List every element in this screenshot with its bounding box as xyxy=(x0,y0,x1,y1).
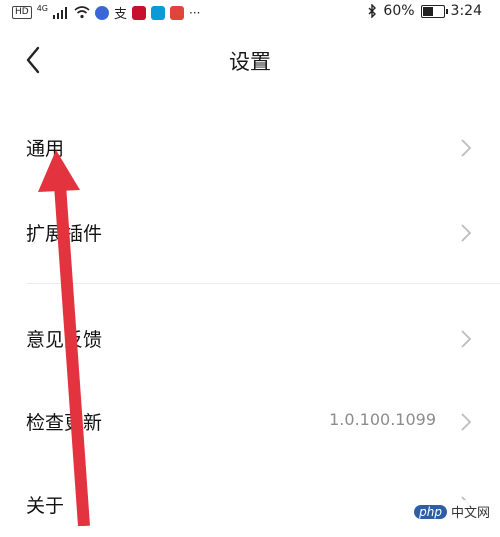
more-notifications-icon: ··· xyxy=(189,5,201,20)
settings-item-label: 意见反馈 xyxy=(26,329,103,351)
nav-header: 设置 xyxy=(0,36,500,84)
battery-percent: 60% xyxy=(383,3,415,19)
settings-item-check-update[interactable]: 检查更新 1.0.100.1099 xyxy=(0,390,500,454)
app-notification-icon xyxy=(170,5,185,20)
network-type: 4G xyxy=(36,4,48,13)
status-bar: HD 4G 支 ··· 60% 3:24 xyxy=(0,0,500,24)
settings-item-label: 通用 xyxy=(26,138,65,160)
app-notification-icon: 支 xyxy=(114,7,128,22)
version-value: 1.0.100.1099 xyxy=(329,410,436,429)
settings-item-feedback[interactable]: 意见反馈 xyxy=(0,307,500,371)
bluetooth-icon xyxy=(368,4,377,18)
page-title: 设置 xyxy=(229,50,271,74)
battery-icon xyxy=(420,4,448,18)
settings-item-extensions[interactable]: 扩展插件 xyxy=(0,201,500,265)
signal-icon xyxy=(53,6,67,19)
chevron-right-icon xyxy=(461,413,472,431)
watermark: php 中文网 xyxy=(408,500,496,523)
settings-item-label: 检查更新 xyxy=(26,412,103,434)
settings-item-general[interactable]: 通用 xyxy=(0,116,500,180)
watermark-text: 中文网 xyxy=(450,506,490,521)
clock-time: 3:24 xyxy=(450,3,482,19)
chevron-right-icon xyxy=(461,224,472,242)
settings-item-label: 扩展插件 xyxy=(26,223,103,245)
network-hd-badge: HD xyxy=(12,6,32,19)
app-notification-icon xyxy=(151,5,166,20)
chevron-right-icon xyxy=(461,330,472,348)
settings-item-label: 关于 xyxy=(26,495,65,517)
app-notification-icon xyxy=(132,5,147,20)
watermark-logo: php xyxy=(414,504,447,519)
app-notification-icon xyxy=(95,5,109,20)
section-divider xyxy=(26,283,500,284)
chevron-right-icon xyxy=(461,139,472,157)
wifi-icon xyxy=(74,6,90,19)
